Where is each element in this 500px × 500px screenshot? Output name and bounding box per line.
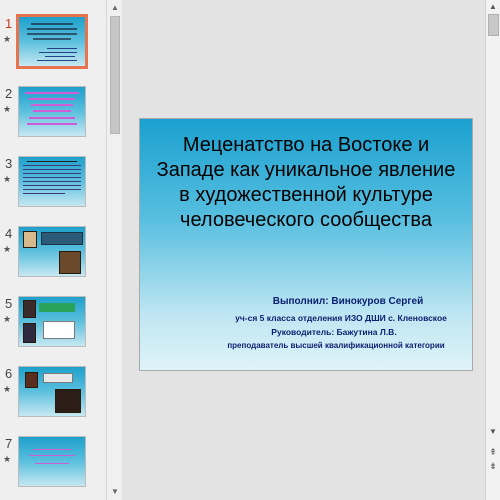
animation-star-icon: ★ <box>3 174 12 184</box>
presentation-editor: 1 ★ 2 ★ 3 ★ 4 ★ 5 ★ 6 ★ 7 ★ ▲ ▼ Меценатс… <box>0 0 500 500</box>
thumbnail-scrollbar[interactable]: ▲ ▼ <box>106 0 122 500</box>
next-slide-icon[interactable]: ⇟ <box>487 460 499 472</box>
slide-thumbnail-6[interactable]: 6 ★ <box>0 366 106 428</box>
scroll-down-icon[interactable]: ▼ <box>109 486 121 498</box>
slide-preview[interactable] <box>18 226 86 277</box>
animation-star-icon: ★ <box>3 104 12 114</box>
slide-preview[interactable] <box>18 86 86 137</box>
slide-number: 3 <box>5 156 13 171</box>
slide-number: 2 <box>5 86 13 101</box>
supervisor-line[interactable]: Руководитель: Бажутина Л.В. <box>140 327 474 337</box>
slide-preview[interactable] <box>18 366 86 417</box>
editor-scrollbar[interactable]: ▲ ▼ ⇞ ⇟ <box>485 0 500 500</box>
scrollbar-thumb[interactable] <box>110 16 120 134</box>
slide-thumbnail-3[interactable]: 3 ★ <box>0 156 106 218</box>
scroll-up-icon[interactable]: ▲ <box>109 2 121 14</box>
slide-title[interactable]: Меценатство на Востоке и Западе как уник… <box>150 133 462 233</box>
slide-preview[interactable] <box>18 296 86 347</box>
student-line[interactable]: уч-ся 5 класса отделения ИЗО ДШИ с. Клен… <box>140 313 474 323</box>
animation-star-icon: ★ <box>3 384 12 394</box>
scroll-down-icon[interactable]: ▼ <box>487 426 499 438</box>
slide-thumbnail-1[interactable]: 1 ★ <box>0 14 106 78</box>
slide-number: 1 <box>5 16 13 31</box>
slide-number: 5 <box>5 296 13 311</box>
animation-star-icon: ★ <box>3 454 12 464</box>
current-slide[interactable]: Меценатство на Востоке и Западе как уник… <box>139 118 473 371</box>
slide-number: 4 <box>5 226 13 241</box>
scrollbar-thumb[interactable] <box>488 14 499 36</box>
previous-slide-icon[interactable]: ⇞ <box>487 446 499 458</box>
supervisor-role-line[interactable]: преподаватель высшей квалификационной ка… <box>140 341 474 350</box>
slide-thumbnail-2[interactable]: 2 ★ <box>0 86 106 148</box>
animation-star-icon: ★ <box>3 314 12 324</box>
animation-star-icon: ★ <box>3 34 12 44</box>
slide-number: 6 <box>5 366 13 381</box>
slide-preview[interactable] <box>18 436 86 487</box>
slide-thumbnail-5[interactable]: 5 ★ <box>0 296 106 358</box>
slide-thumbnail-4[interactable]: 4 ★ <box>0 226 106 288</box>
slide-thumbnail-7[interactable]: 7 ★ <box>0 436 106 498</box>
animation-star-icon: ★ <box>3 244 12 254</box>
author-line[interactable]: Выполнил: Винокуров Сергей <box>140 296 474 307</box>
slide-preview[interactable] <box>16 14 88 69</box>
slide-editor-canvas: Меценатство на Востоке и Западе как уник… <box>123 0 485 500</box>
scroll-up-icon[interactable]: ▲ <box>487 1 499 13</box>
slide-number: 7 <box>5 436 13 451</box>
slide-thumbnail-panel: 1 ★ 2 ★ 3 ★ 4 ★ 5 ★ 6 ★ 7 ★ ▲ ▼ <box>0 0 122 500</box>
slide-preview[interactable] <box>18 156 86 207</box>
